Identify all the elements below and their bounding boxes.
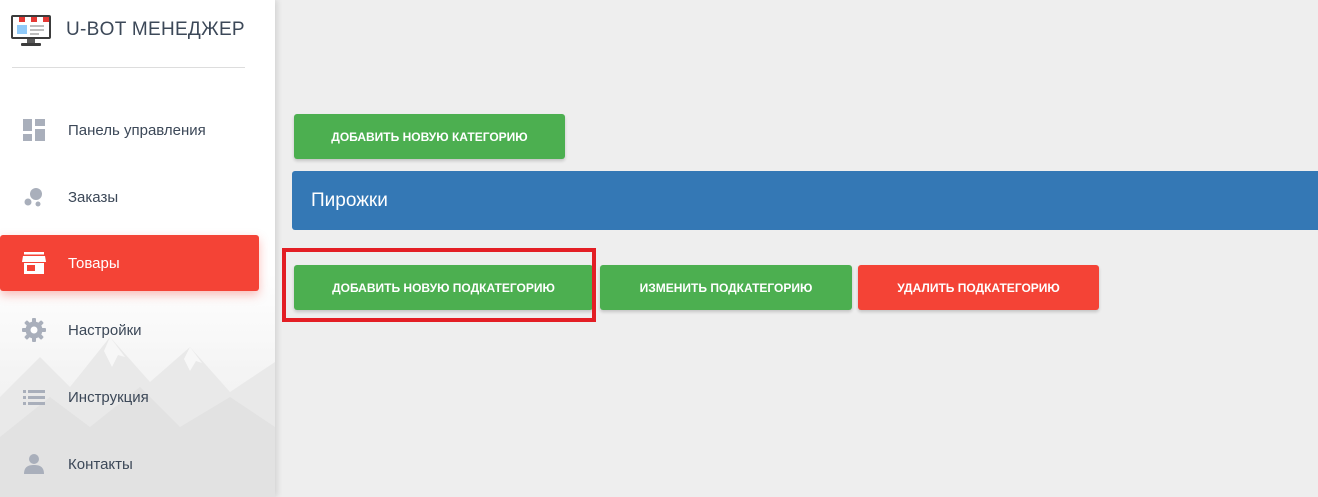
sidebar-item-label: Панель управления [68,121,206,139]
shop-monitor-icon [11,15,51,46]
sidebar-item-settings[interactable]: Настройки [0,302,259,358]
sidebar-item-orders[interactable]: Заказы [0,169,259,225]
sidebar: U-BOT МЕНЕДЖЕР Панель управления Заказы [0,0,275,497]
bubble-chart-icon [22,185,46,209]
sidebar-item-label: Заказы [68,188,119,206]
store-icon [22,251,46,275]
dashboard-icon [22,118,46,142]
sidebar-item-label: Контакты [68,455,133,473]
sidebar-item-label: Инструкция [68,388,149,406]
sidebar-item-label: Настройки [68,321,142,339]
sidebar-item-instructions[interactable]: Инструкция [0,369,259,425]
delete-subcategory-button[interactable]: УДАЛИТЬ ПОДКАТЕГОРИЮ [858,265,1099,310]
brand[interactable]: U-BOT МЕНЕДЖЕР [10,10,245,50]
edit-subcategory-button[interactable]: ИЗМЕНИТЬ ПОДКАТЕГОРИЮ [600,265,852,310]
category-title: Пирожки [311,189,388,211]
brand-divider [12,67,245,68]
brand-title: U-BOT МЕНЕДЖЕР [66,19,245,40]
category-header[interactable]: Пирожки [292,171,1318,230]
add-subcategory-button[interactable]: ДОБАВИТЬ НОВУЮ ПОДКАТЕГОРИЮ [294,265,593,310]
add-category-button[interactable]: ДОБАВИТЬ НОВУЮ КАТЕГОРИЮ [294,114,565,159]
sidebar-item-products[interactable]: Товары [0,235,259,291]
list-icon [22,385,46,409]
sidebar-item-label: Товары [68,254,120,272]
sidebar-item-dashboard[interactable]: Панель управления [0,102,259,158]
gear-icon [22,318,46,342]
sidebar-item-contacts[interactable]: Контакты [0,436,259,492]
person-icon [22,452,46,476]
